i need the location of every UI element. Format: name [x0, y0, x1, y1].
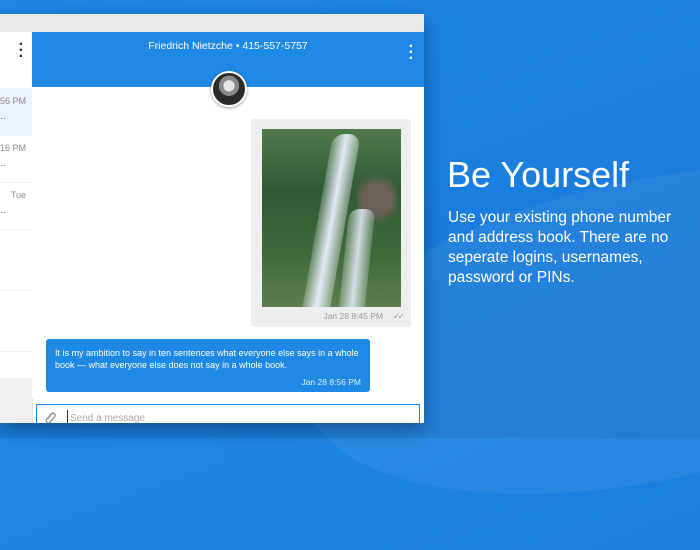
window-titlebar[interactable] [0, 14, 424, 33]
double-check-icon: ✓✓ [392, 311, 405, 321]
more-vert-icon[interactable]: · · · [19, 37, 24, 65]
marketing-headline: Be Yourself [447, 154, 630, 195]
incoming-message-time: Jan 28 8:56 PM [301, 377, 361, 387]
list-item-preview: ... [0, 111, 6, 121]
message-thread[interactable]: Jan 28 8:45 PM ✓✓ It is my ambition to s… [32, 87, 424, 398]
list-item-preview: ... [0, 158, 6, 168]
list-item[interactable]: 8:56 PM ... [0, 89, 32, 136]
conversation-list-footer [0, 378, 32, 423]
list-item-preview: ... [0, 205, 6, 215]
incoming-message[interactable]: It is my ambition to say in ten sentence… [46, 339, 370, 392]
message-input[interactable] [67, 410, 400, 423]
list-item-time: 8:16 PM [0, 143, 26, 153]
contact-avatar[interactable] [211, 71, 247, 107]
marketing-body: Use your existing phone number and addre… [448, 209, 672, 286]
outgoing-message[interactable]: Jan 28 8:45 PM ✓✓ [251, 119, 411, 327]
list-item[interactable]: 8:16 PM ... [0, 136, 32, 183]
more-vert-icon[interactable]: · · · [409, 39, 414, 67]
waterfall-image[interactable] [262, 129, 401, 307]
outgoing-message-time: Jan 28 8:45 PM [323, 311, 383, 321]
paperclip-icon[interactable] [43, 410, 57, 423]
list-item-time: 8:56 PM [0, 96, 26, 106]
list-item[interactable] [0, 230, 32, 291]
message-composer [36, 404, 420, 423]
list-item-time: Tue [10, 190, 26, 200]
conversation-list-header: · · · [0, 32, 32, 89]
app-window: ··· 8:56 PM ... 8:16 PM ... Tue ... Frie… [0, 14, 424, 423]
incoming-message-text: It is my ambition to say in ten sentence… [55, 348, 359, 370]
contact-header-title: Friedrich Nietzche • 415-557-5757 [148, 40, 308, 52]
list-item[interactable]: Tue ... [0, 183, 32, 230]
list-item[interactable] [0, 291, 32, 352]
conversation-list: ··· 8:56 PM ... 8:16 PM ... Tue ... [0, 32, 33, 423]
